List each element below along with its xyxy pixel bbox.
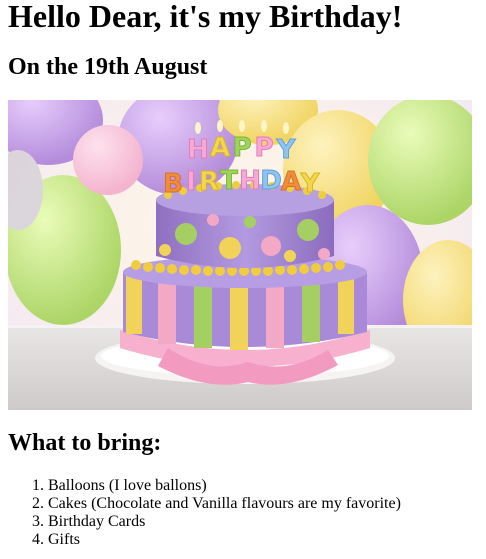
what-to-bring-heading: What to bring: [8,430,162,456]
svg-text:P: P [232,133,251,163]
svg-text:P: P [254,133,273,163]
page-title: Hello Dear, it's my Birthday! [8,0,403,34]
svg-text:H: H [187,135,209,165]
list-item: Cakes (Chocolate and Vanilla flavours ar… [48,495,486,513]
list-item: Birthday Cards [48,513,486,531]
list-item: Gifts [48,531,486,549]
svg-text:D: D [260,166,282,196]
svg-text:A: A [210,133,230,163]
svg-text:R: R [199,167,219,197]
svg-text:A: A [281,167,301,197]
birthday-cake-photo: H A P P Y B I R T H D A Y [8,100,472,410]
list-item: Balloons (I love ballons) [48,477,486,495]
svg-text:T: T [220,166,238,196]
svg-text:H: H [239,166,261,196]
svg-text:Y: Y [276,135,297,165]
svg-text:B: B [163,169,183,199]
date-heading: On the 19th August [8,54,208,80]
svg-text:I: I [186,167,196,197]
bring-list: Balloons (I love ballons) Cakes (Chocola… [8,477,486,549]
svg-text:Y: Y [300,169,321,199]
